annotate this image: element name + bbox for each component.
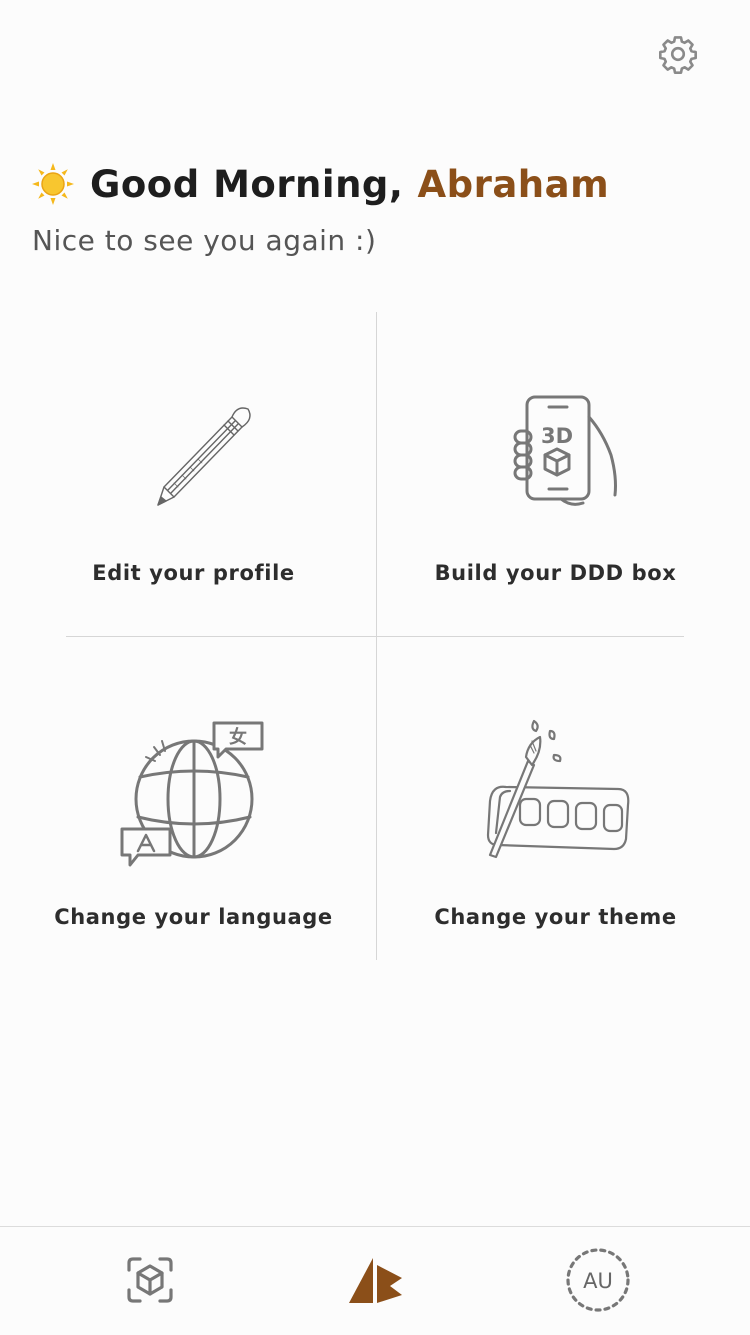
edit-profile-tile[interactable]: Edit your profile [38, 313, 349, 636]
greeting-heading: Good Morning, Abraham [32, 154, 609, 214]
user-name: Abraham [417, 162, 610, 206]
change-theme-tile[interactable]: Change your theme [400, 637, 711, 960]
change-language-tile[interactable]: 女 Change your language [38, 637, 349, 960]
greeting-subtitle: Nice to see you again :) [32, 224, 377, 257]
app-logo-icon [349, 1258, 402, 1303]
ar-cube-icon [127, 1257, 173, 1303]
edit-profile-label: Edit your profile [92, 561, 295, 585]
gear-icon [659, 36, 697, 75]
change-language-label: Change your language [54, 905, 333, 929]
build-ddd-box-tile[interactable]: 3D Build your DDD box [400, 313, 711, 636]
avatar-icon: AU [566, 1248, 630, 1312]
pencil-icon [156, 407, 251, 506]
svg-text:女: 女 [229, 726, 247, 748]
settings-button[interactable] [654, 30, 702, 78]
avatar-initials: AU [583, 1269, 613, 1293]
greeting-prefix: Good Morning, [90, 162, 404, 206]
build-ddd-box-label: Build your DDD box [434, 561, 677, 585]
phone-3d-icon: 3D [513, 395, 617, 506]
nav-ar-scan-button[interactable] [115, 1247, 185, 1313]
bottom-nav: AU [0, 1226, 750, 1335]
change-theme-label: Change your theme [434, 905, 677, 929]
globe-translate-icon: 女 [120, 721, 263, 867]
nav-home-button[interactable] [341, 1247, 411, 1313]
paint-palette-icon [486, 719, 629, 859]
svg-text:3D: 3D [540, 424, 572, 448]
sun-icon [32, 163, 74, 205]
nav-profile-button[interactable]: AU [563, 1247, 633, 1313]
